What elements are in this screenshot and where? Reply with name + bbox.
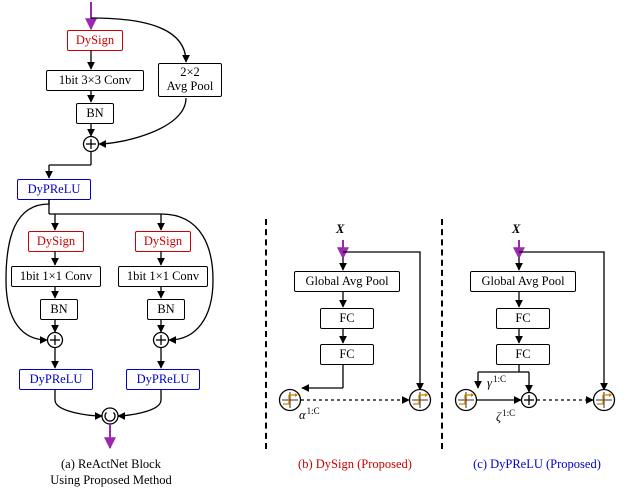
label: FC (515, 311, 530, 325)
figure-root: { "colA": { "dysign_top": "DySign", "con… (0, 0, 640, 501)
symbol-sup: 1:C (492, 374, 506, 384)
bn-right: BN (147, 299, 185, 320)
caption-c: (c) DyPReLU (Proposed) (452, 457, 622, 472)
label: 1bit 1×1 Conv (20, 269, 92, 283)
caption-b: (b) DySign (Proposed) (280, 457, 430, 472)
label: DyPReLU (137, 372, 190, 386)
label: Using Proposed Method (50, 473, 172, 487)
bn-top: BN (76, 103, 114, 124)
label: Global Avg Pool (481, 274, 564, 288)
conv1x1-right: 1bit 1×1 Conv (118, 266, 208, 287)
label: FC (339, 311, 354, 325)
fc1-c: FC (496, 308, 550, 329)
gap-c: Global Avg Pool (470, 271, 576, 292)
fc2-c: FC (496, 344, 550, 365)
separator-bc (441, 219, 443, 449)
dysign-top: DySign (67, 30, 123, 51)
label: X (512, 222, 520, 236)
label: 1bit 1×1 Conv (127, 269, 199, 283)
label: FC (339, 347, 354, 361)
symbol-sup: 1:C (306, 406, 320, 416)
X-c: X (512, 222, 520, 237)
label: DyPReLU (28, 182, 81, 196)
conv1x1-left: 1bit 1×1 Conv (11, 266, 101, 287)
zeta-c: ζ1:C (496, 408, 515, 425)
label: 1bit 3×3 Conv (59, 73, 131, 87)
label: BN (86, 106, 103, 120)
fc2-b: FC (320, 344, 374, 365)
symbol: α (299, 408, 306, 422)
label: DyPReLU (30, 372, 83, 386)
label: (a) ReActNet Block (61, 457, 161, 471)
avg-pool: 2×2 Avg Pool (158, 63, 222, 97)
label: (b) DySign (Proposed) (298, 457, 412, 471)
label: 2×2 Avg Pool (167, 65, 214, 93)
bn-left: BN (40, 299, 78, 320)
gamma-c: γ1:C (487, 374, 506, 391)
label: DySign (76, 33, 114, 47)
label: BN (50, 302, 67, 316)
alpha-b: α1:C (299, 406, 320, 423)
label: BN (157, 302, 174, 316)
label: DySign (37, 234, 75, 248)
label: Global Avg Pool (305, 274, 388, 288)
caption-a-line1: (a) ReActNet Block (16, 457, 206, 472)
dyprelu-right: DyPReLU (126, 369, 200, 390)
fc1-b: FC (320, 308, 374, 329)
conv3x3: 1bit 3×3 Conv (46, 70, 144, 91)
caption-a-line2: Using Proposed Method (16, 473, 206, 488)
dyprelu-top: DyPReLU (17, 179, 91, 200)
label: DySign (144, 234, 182, 248)
gap-b: Global Avg Pool (294, 271, 400, 292)
separator-ab (265, 219, 267, 449)
X-b: X (336, 222, 344, 237)
label: X (336, 222, 344, 236)
dyprelu-left: DyPReLU (19, 369, 93, 390)
label: (c) DyPReLU (Proposed) (473, 457, 601, 471)
dysign-right: DySign (135, 231, 191, 252)
dysign-left: DySign (28, 231, 84, 252)
label: FC (515, 347, 530, 361)
symbol-sup: 1:C (501, 408, 515, 418)
